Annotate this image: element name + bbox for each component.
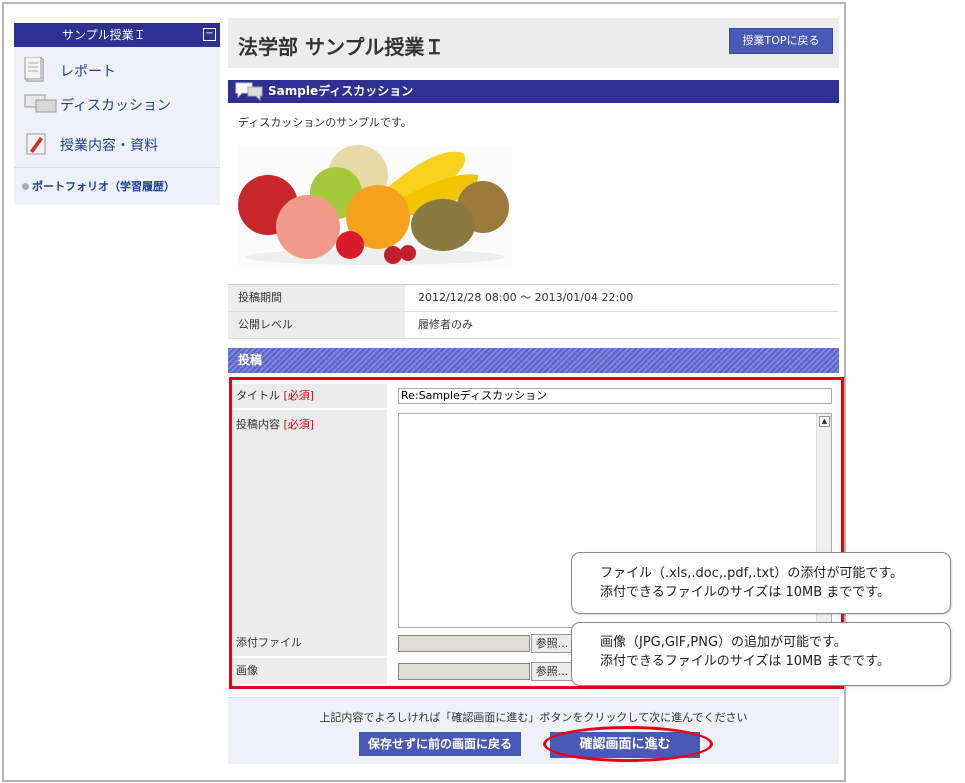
info-table: 投稿期間 2012/12/28 08:00 〜 2013/01/04 22:00… [228, 284, 839, 339]
table-row: 公開レベル 履修者のみ [228, 312, 839, 339]
collapse-icon[interactable]: − [203, 28, 216, 41]
document-icon [24, 56, 46, 87]
row-value: 2012/12/28 08:00 〜 2013/01/04 22:00 [418, 291, 634, 304]
sidebar-item-label: レポート [60, 64, 116, 80]
callout-line: ファイル（.xls,.doc,.pdf,.txt）の添付が可能です。 [600, 566, 904, 581]
sidebar-header: サンプル授業Ｉ − [14, 23, 220, 47]
sidebar-item-label: ディスカッション [60, 98, 172, 114]
discussion-description: ディスカッションのサンプルです。 [238, 116, 412, 129]
sidebar: レポート ディスカッション 授業内容・資料 ポートフォリオ（学習履歴） [14, 47, 220, 205]
callout-line: 添付できるファイルのサイズは 10MB までです。 [600, 585, 890, 600]
sidebar-divider [14, 167, 220, 168]
discussion-title-bar: Sampleディスカッション [228, 80, 839, 103]
discussion-icon [24, 93, 58, 119]
speech-bubble-icon [234, 81, 264, 109]
back-without-saving-button[interactable]: 保存せずに前の画面に戻る [359, 732, 521, 756]
post-section-title: 投稿 [238, 353, 263, 367]
discussion-title: Sampleディスカッション [268, 84, 414, 98]
callout-line: 添付できるファイルのサイズは 10MB までです。 [600, 654, 890, 669]
row-value: 履修者のみ [418, 318, 473, 331]
row-label: 公開レベル [228, 312, 405, 338]
callout-line: 画像（JPG,GIF,PNG）の追加が可能です。 [600, 635, 847, 650]
row-label: 投稿期間 [228, 285, 405, 311]
page-title: 法学部 サンプル授業Ｉ [238, 35, 445, 59]
form-footer: 上記内容でよろしければ「確認画面に進む」ボタンをクリックして次に進んでください … [228, 697, 839, 764]
course-top-button[interactable]: 授業TOPに戻る [729, 28, 833, 54]
post-section-bar: 投稿 [228, 348, 839, 373]
portfolio-label: ポートフォリオ（学習履歴） [32, 180, 175, 193]
page-header: 法学部 サンプル授業Ｉ 授業TOPに戻る [228, 18, 839, 68]
fruit-image [238, 145, 512, 267]
table-row: 投稿期間 2012/12/28 08:00 〜 2013/01/04 22:00 [228, 285, 839, 312]
sidebar-item-portfolio[interactable]: ポートフォリオ（学習履歴） [22, 178, 175, 194]
file-callout: ファイル（.xls,.doc,.pdf,.txt）の添付が可能です。 添付できる… [571, 552, 951, 614]
bullet-icon [22, 183, 29, 190]
confirm-highlight-ellipse [543, 726, 713, 762]
image-callout: 画像（JPG,GIF,PNG）の追加が可能です。 添付できるファイルのサイズは … [571, 622, 951, 686]
sidebar-item-label: 授業内容・資料 [60, 138, 158, 154]
sidebar-title: サンプル授業Ｉ [62, 28, 146, 42]
footer-note: 上記内容でよろしければ「確認画面に進む」ボタンをクリックして次に進んでください [319, 711, 748, 724]
materials-icon [24, 131, 50, 161]
